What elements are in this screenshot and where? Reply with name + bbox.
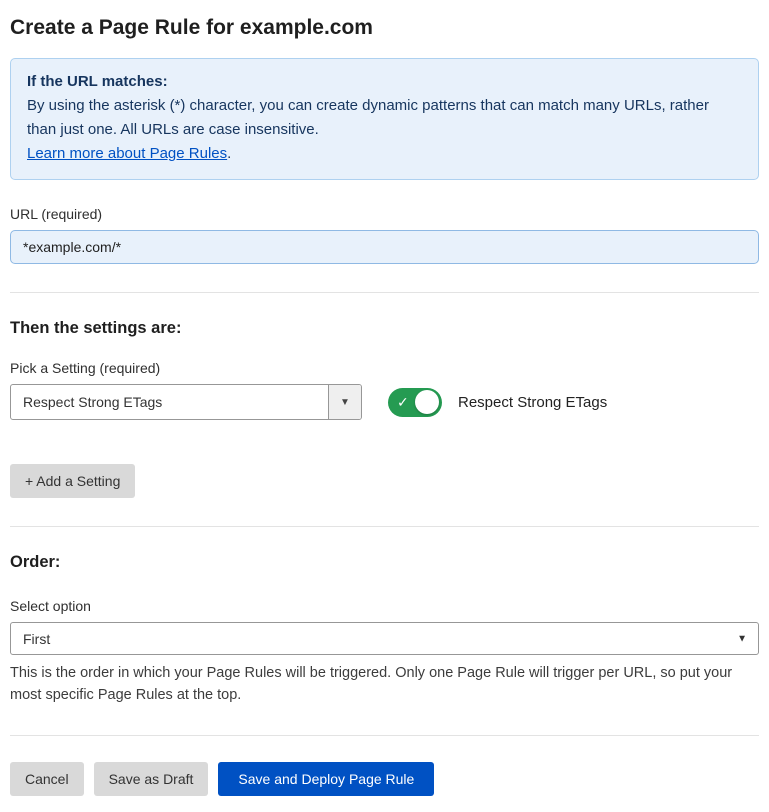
setting-select[interactable]: Respect Strong ETags ▼ — [10, 384, 362, 420]
page-title: Create a Page Rule for example.com — [10, 10, 759, 42]
url-match-info-box: If the URL matches: By using the asteris… — [10, 58, 759, 180]
chevron-down-icon: ▼ — [737, 633, 747, 644]
info-box-body: By using the asterisk (*) character, you… — [27, 94, 742, 142]
learn-more-page-rules-link[interactable]: Learn more about Page Rules — [27, 145, 227, 162]
cancel-button[interactable]: Cancel — [10, 762, 84, 796]
respect-strong-etags-toggle[interactable]: ✓ — [388, 388, 442, 417]
pick-setting-label: Pick a Setting (required) — [10, 360, 759, 376]
caret-down-icon: ▼ — [340, 397, 350, 408]
link-period: . — [227, 145, 231, 162]
setting-select-arrow-button[interactable]: ▼ — [328, 385, 361, 419]
create-page-rule-form: Create a Page Rule for example.com If th… — [0, 0, 769, 812]
order-help-text: This is the order in which your Page Rul… — [10, 663, 758, 707]
footer-actions: Cancel Save as Draft Save and Deploy Pag… — [10, 762, 759, 796]
add-setting-button[interactable]: + Add a Setting — [10, 464, 135, 498]
info-box-heading: If the URL matches: — [27, 70, 742, 94]
order-select[interactable]: First ▼ — [10, 622, 759, 655]
save-as-draft-button[interactable]: Save as Draft — [94, 762, 209, 796]
setting-select-value[interactable]: Respect Strong ETags — [11, 385, 328, 419]
divider — [10, 292, 759, 293]
divider — [10, 526, 759, 527]
order-section-heading: Order: — [10, 553, 759, 572]
info-box-link-line: Learn more about Page Rules. — [27, 142, 742, 166]
order-select-label: Select option — [10, 598, 759, 614]
url-label: URL (required) — [10, 206, 759, 222]
divider — [10, 735, 759, 736]
url-input[interactable] — [10, 230, 759, 264]
order-select-value: First — [23, 631, 50, 647]
settings-section-heading: Then the settings are: — [10, 319, 759, 338]
toggle-label: Respect Strong ETags — [458, 394, 607, 411]
setting-toggle-wrap: ✓ Respect Strong ETags — [388, 388, 607, 417]
toggle-knob — [415, 390, 439, 414]
toggle-check-icon: ✓ — [397, 393, 409, 411]
setting-row: Respect Strong ETags ▼ ✓ Respect Strong … — [10, 384, 759, 420]
save-and-deploy-button[interactable]: Save and Deploy Page Rule — [218, 762, 434, 796]
